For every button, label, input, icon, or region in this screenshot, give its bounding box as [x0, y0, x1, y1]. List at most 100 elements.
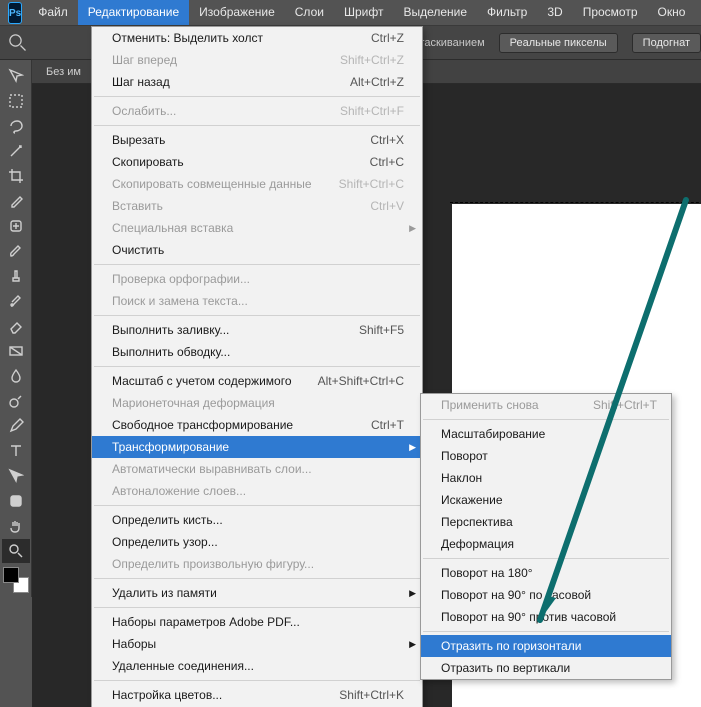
menu-item-label: Марионеточная деформация [112, 396, 404, 410]
edit-menu-item[interactable]: ВырезатьCtrl+X [92, 129, 422, 151]
tool-eraser[interactable] [2, 314, 30, 338]
menubar: Ps ФайлРедактированиеИзображениеСлоиШриф… [0, 0, 701, 26]
edit-menu-item: Ослабить...Shift+Ctrl+F [92, 100, 422, 122]
edit-menu-item: Шаг впередShift+Ctrl+Z [92, 49, 422, 71]
transform-submenu-item[interactable]: Масштабирование [421, 423, 671, 445]
transform-submenu-item[interactable]: Поворот на 90° против часовой [421, 606, 671, 628]
options-hint: таскиванием [419, 37, 484, 49]
tool-eyedrop[interactable] [2, 189, 30, 213]
edit-menu-item[interactable]: Свободное трансформированиеCtrl+T [92, 414, 422, 436]
transform-submenu-item[interactable]: Поворот [421, 445, 671, 467]
menu-item-label: Скопировать [112, 155, 370, 169]
transform-submenu-item[interactable]: Наклон [421, 467, 671, 489]
menu-item-shortcut: Ctrl+Z [371, 31, 404, 45]
menu-item-label: Поворот на 90° по часовой [441, 588, 657, 602]
menu-item-label: Искажение [441, 493, 657, 507]
edit-menu-item[interactable]: Выполнить обводку... [92, 341, 422, 363]
actual-pixels-button[interactable]: Реальные пикселы [499, 33, 618, 53]
edit-menu-item[interactable]: Отменить: Выделить холстCtrl+Z [92, 27, 422, 49]
menu-item-label: Деформация [441, 537, 657, 551]
edit-menu-item[interactable]: Наборы▶ [92, 633, 422, 655]
edit-menu-item[interactable]: Определить узор... [92, 531, 422, 553]
edit-menu-item: Специальная вставка▶ [92, 217, 422, 239]
menu-item-label: Вставить [112, 199, 370, 213]
tool-lasso[interactable] [2, 114, 30, 138]
tool-heal[interactable] [2, 214, 30, 238]
tool-history[interactable] [2, 289, 30, 313]
edit-menu-item[interactable]: Удаленные соединения... [92, 655, 422, 677]
tool-path[interactable] [2, 464, 30, 488]
menu-просмотр[interactable]: Просмотр [573, 0, 648, 25]
menu-item-label: Определить произвольную фигуру... [112, 557, 404, 571]
tool-hand[interactable] [2, 514, 30, 538]
menu-item-label: Отразить по вертикали [441, 661, 657, 675]
menu-item-label: Поворот [441, 449, 657, 463]
tool-brush[interactable] [2, 239, 30, 263]
transform-submenu-item[interactable]: Отразить по вертикали [421, 657, 671, 679]
menu-item-shortcut: Ctrl+X [370, 133, 404, 147]
menu-3d[interactable]: 3D [537, 0, 572, 25]
tool-crop[interactable] [2, 164, 30, 188]
fit-screen-button[interactable]: Подогнат [632, 33, 701, 53]
menu-item-shortcut: Shift+F5 [359, 323, 404, 337]
menu-item-shortcut: Shift+Ctrl+T [593, 398, 657, 412]
menu-item-label: Настройка цветов... [112, 688, 339, 702]
menu-item-label: Перспектива [441, 515, 657, 529]
edit-menu-item[interactable]: Выполнить заливку...Shift+F5 [92, 319, 422, 341]
tool-marquee[interactable] [2, 89, 30, 113]
edit-menu-item: Скопировать совмещенные данныеShift+Ctrl… [92, 173, 422, 195]
menu-item-label: Свободное трансформирование [112, 418, 371, 432]
submenu-arrow-icon: ▶ [409, 639, 416, 650]
edit-menu-item[interactable]: Удалить из памяти▶ [92, 582, 422, 604]
tool-gradient[interactable] [2, 339, 30, 363]
transform-submenu-item[interactable]: Перспектива [421, 511, 671, 533]
transform-submenu-item[interactable]: Искажение [421, 489, 671, 511]
transform-submenu-item[interactable]: Деформация [421, 533, 671, 555]
tool-blur[interactable] [2, 364, 30, 388]
menu-item-label: Поворот на 90° против часовой [441, 610, 657, 624]
edit-menu-item[interactable]: Очистить [92, 239, 422, 261]
tool-wand[interactable] [2, 139, 30, 163]
menu-item-shortcut: Alt+Shift+Ctrl+C [318, 374, 404, 388]
submenu-arrow-icon: ▶ [409, 588, 416, 599]
submenu-transform: Применить сноваShift+Ctrl+TМасштабирован… [420, 393, 672, 680]
edit-menu-item[interactable]: Шаг назадAlt+Ctrl+Z [92, 71, 422, 93]
tool-dodge[interactable] [2, 389, 30, 413]
color-swatches[interactable] [3, 567, 29, 593]
edit-menu-item[interactable]: Трансформирование▶ [92, 436, 422, 458]
tool-pen[interactable] [2, 414, 30, 438]
menu-фильтр[interactable]: Фильтр [477, 0, 537, 25]
menu-item-label: Специальная вставка [112, 221, 404, 235]
transform-submenu-item[interactable]: Отразить по горизонтали [421, 635, 671, 657]
menu-сп[interactable]: Сп [695, 0, 701, 25]
menu-файл[interactable]: Файл [28, 0, 78, 25]
menu-шрифт[interactable]: Шрифт [334, 0, 393, 25]
document-tab[interactable]: Без им [46, 66, 81, 78]
edit-menu-item[interactable]: Наборы параметров Adobe PDF... [92, 611, 422, 633]
tool-zoom[interactable] [2, 539, 30, 563]
edit-menu-item[interactable]: Определить кисть... [92, 509, 422, 531]
edit-menu-item[interactable]: СкопироватьCtrl+C [92, 151, 422, 173]
edit-menu-item: Проверка орфографии... [92, 268, 422, 290]
menu-окно[interactable]: Окно [648, 0, 696, 25]
menu-item-shortcut: Ctrl+C [370, 155, 404, 169]
edit-menu-item[interactable]: Масштаб с учетом содержимогоAlt+Shift+Ct… [92, 370, 422, 392]
menu-item-label: Отменить: Выделить холст [112, 31, 371, 45]
edit-menu-item: Автоматически выравнивать слои... [92, 458, 422, 480]
menu-выделение[interactable]: Выделение [393, 0, 477, 25]
menu-редактирование[interactable]: Редактирование [78, 0, 189, 25]
menu-item-label: Автоматически выравнивать слои... [112, 462, 404, 476]
tool-stamp[interactable] [2, 264, 30, 288]
menu-слои[interactable]: Слои [285, 0, 334, 25]
menu-изображение[interactable]: Изображение [189, 0, 285, 25]
submenu-arrow-icon: ▶ [409, 442, 416, 453]
tool-shape[interactable] [2, 489, 30, 513]
menu-item-label: Шаг вперед [112, 53, 340, 67]
tool-move[interactable] [2, 64, 30, 88]
zoom-icon[interactable] [8, 33, 28, 53]
transform-submenu-item[interactable]: Поворот на 180° [421, 562, 671, 584]
tool-type[interactable] [2, 439, 30, 463]
transform-submenu-item[interactable]: Поворот на 90° по часовой [421, 584, 671, 606]
menu-item-label: Выполнить заливку... [112, 323, 359, 337]
edit-menu-item[interactable]: Настройка цветов...Shift+Ctrl+K [92, 684, 422, 706]
